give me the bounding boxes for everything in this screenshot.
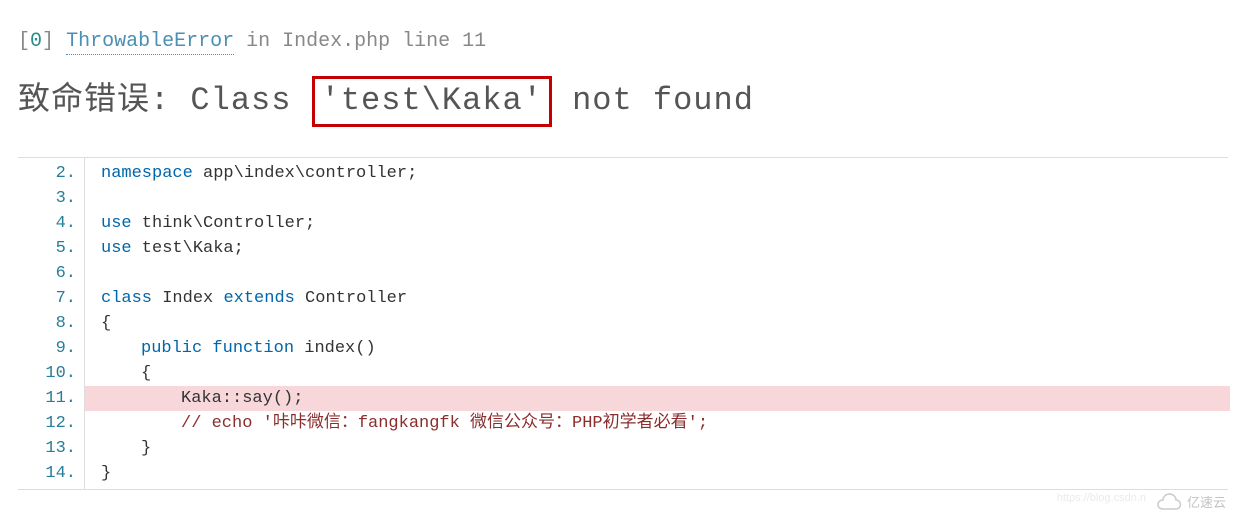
- code-block: 2. 3. 4. 5. 6. 7. 8. 9. 10. 11. 12. 13. …: [18, 157, 1228, 490]
- error-title-prefix: 致命错误: Class: [18, 82, 312, 119]
- code-content: namespace app\index\controller; use thin…: [84, 158, 1228, 489]
- line-number: 5.: [18, 236, 76, 261]
- error-title-highlight: 'test\Kaka': [312, 76, 552, 127]
- in-text: in: [246, 30, 270, 53]
- error-title-suffix: not found: [552, 82, 754, 119]
- code-line: {: [89, 311, 1228, 336]
- line-number: 2.: [18, 161, 76, 186]
- code-line: // echo '咔咔微信：fangkangfk 微信公众号：PHP初学者必看'…: [89, 411, 1228, 436]
- code-line: namespace app\index\controller;: [89, 161, 1228, 186]
- code-line: public function index(): [89, 336, 1228, 361]
- code-line: [89, 186, 1228, 211]
- line-number: 11.: [18, 386, 76, 411]
- line-number: 4.: [18, 211, 76, 236]
- error-title: 致命错误: Class 'test\Kaka' not found: [18, 73, 1228, 127]
- error-type-link[interactable]: ThrowableError: [66, 30, 234, 55]
- error-index: 0: [30, 30, 42, 53]
- bracket-open: [: [18, 30, 30, 53]
- line-number: 13.: [18, 436, 76, 461]
- line-number: 7.: [18, 286, 76, 311]
- code-line: use test\Kaka;: [89, 236, 1228, 261]
- line-number: 10.: [18, 361, 76, 386]
- line-number-gutter: 2. 3. 4. 5. 6. 7. 8. 9. 10. 11. 12. 13. …: [18, 158, 84, 489]
- watermark: 亿速云: [1154, 492, 1226, 511]
- line-number: 12.: [18, 411, 76, 436]
- code-line-error: Kaka::say();: [85, 386, 1230, 411]
- error-location: Index.php line 11: [282, 30, 486, 53]
- line-number: 8.: [18, 311, 76, 336]
- csdn-watermark: https://blog.csdn.n: [1057, 492, 1146, 504]
- code-line: use think\Controller;: [89, 211, 1228, 236]
- code-line: }: [89, 461, 1228, 486]
- code-line: {: [89, 361, 1228, 386]
- code-line: [89, 261, 1228, 286]
- line-number: 14.: [18, 461, 76, 486]
- line-number: 6.: [18, 261, 76, 286]
- bracket-close: ]: [42, 30, 54, 53]
- line-number: 3.: [18, 186, 76, 211]
- code-line: class Index extends Controller: [89, 286, 1228, 311]
- code-line: }: [89, 436, 1228, 461]
- cloud-icon: [1154, 493, 1182, 511]
- line-number: 9.: [18, 336, 76, 361]
- error-header: [0] ThrowableError in Index.php line 11: [18, 30, 1228, 53]
- watermark-text: 亿速云: [1187, 492, 1226, 511]
